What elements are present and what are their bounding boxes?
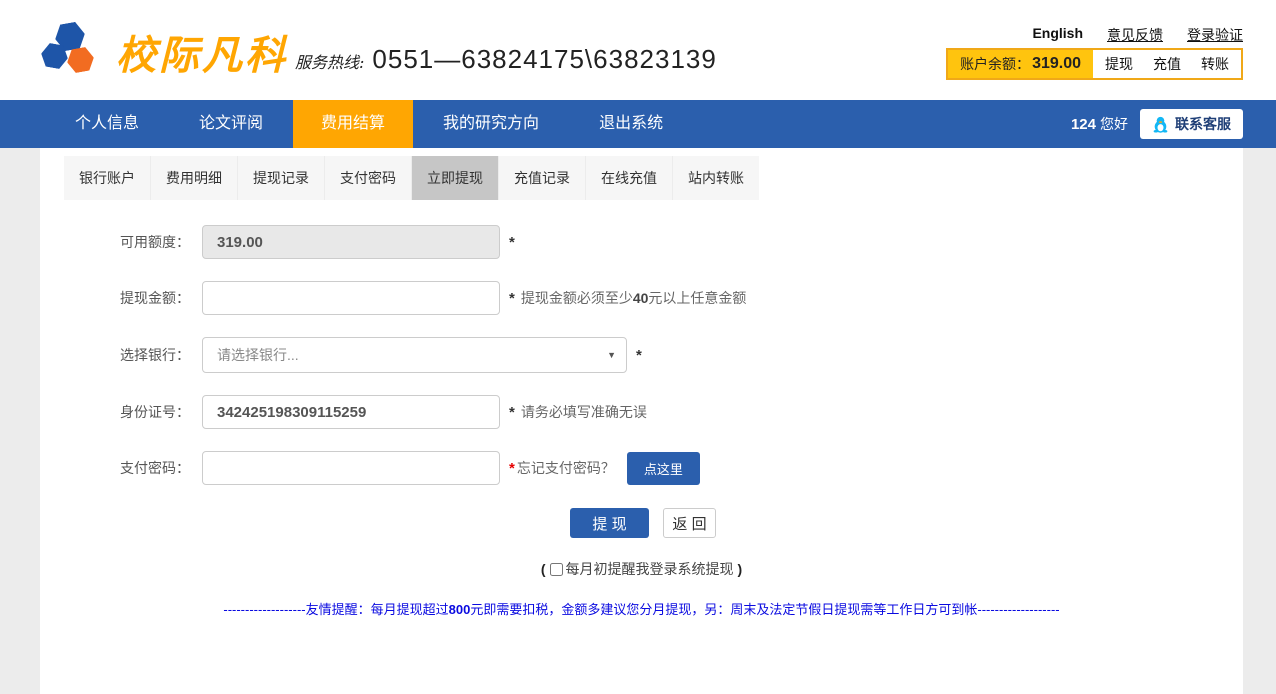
balance-action-recharge[interactable]: 充值	[1153, 54, 1181, 74]
monthly-reminder-row: ( 每月初提醒我登录系统提现 )	[40, 559, 1243, 579]
bank-select-dropdown[interactable]: 请选择银行... ▼	[202, 337, 627, 373]
required-mark: *	[509, 234, 515, 251]
reminder-open-paren: (	[541, 561, 546, 577]
reminder-close-paren: )	[737, 561, 742, 577]
withdraw-amount-label: 提现金额：	[40, 288, 202, 308]
withdraw-form: 可用额度： * 提现金额： * 提现金额必须至少40元以上任意金额 选择银行： …	[40, 225, 1243, 618]
account-balance: 账户余额： 319.00	[948, 50, 1093, 78]
tab-pay-password[interactable]: 支付密码	[325, 156, 412, 200]
forgot-password-hint: 忘记支付密码？	[517, 458, 615, 478]
nav-right: 124您好 联系客服	[1071, 100, 1243, 148]
required-mark: *	[636, 347, 642, 364]
tab-withdraw-now[interactable]: 立即提现	[412, 156, 499, 200]
hotline-label: 服务热线:	[295, 49, 364, 73]
id-number-label: 身份证号：	[40, 402, 202, 422]
nav-item-personal-info[interactable]: 个人信息	[45, 100, 169, 148]
id-number-hint: 请务必填写准确无误	[521, 402, 647, 422]
page-header: 校际凡科 服务热线: 0551—63824175\63823139 Englis…	[0, 0, 1276, 100]
pay-password-label: 支付密码：	[40, 458, 202, 478]
link-english[interactable]: English	[1032, 25, 1083, 45]
required-mark: *	[509, 290, 515, 307]
required-mark: *	[509, 404, 515, 421]
row-bank-select: 选择银行： 请选择银行... ▼ *	[40, 337, 1243, 373]
balance-action-withdraw[interactable]: 提现	[1105, 54, 1133, 74]
logo-text: 校际凡科	[116, 23, 288, 81]
main-navbar: 个人信息 论文评阅 费用结算 我的研究方向 退出系统 124您好 联系客服	[0, 100, 1276, 148]
reminder-label: 每月初提醒我登录系统提现	[566, 561, 734, 577]
available-credit-field	[202, 225, 500, 259]
tab-withdraw-records[interactable]: 提现记录	[238, 156, 325, 200]
row-id-number: 身份证号： * 请务必填写准确无误	[40, 395, 1243, 429]
contact-service-label: 联系客服	[1175, 114, 1231, 134]
row-pay-password: 支付密码： * 忘记支付密码？ 点这里	[40, 451, 1243, 485]
qq-penguin-icon	[1152, 116, 1169, 133]
user-id: 124	[1071, 116, 1096, 133]
nav-item-fee-settlement[interactable]: 费用结算	[293, 100, 413, 148]
form-actions: 提 现 返 回	[570, 508, 1243, 538]
tab-fee-detail[interactable]: 费用明细	[151, 156, 238, 200]
forgot-password-button[interactable]: 点这里	[627, 452, 700, 485]
nav-item-research-direction[interactable]: 我的研究方向	[413, 100, 569, 148]
row-available-credit: 可用额度： *	[40, 225, 1243, 259]
balance-value: 319.00	[1032, 55, 1081, 73]
link-feedback[interactable]: 意见反馈	[1107, 25, 1163, 45]
monthly-reminder-checkbox[interactable]	[550, 563, 563, 576]
logo-hexagons-icon	[40, 23, 98, 81]
tab-online-recharge[interactable]: 在线充值	[586, 156, 673, 200]
balance-label: 账户余额：	[960, 54, 1030, 74]
account-balance-box: 账户余额： 319.00 提现 充值 转账	[946, 48, 1243, 80]
nav-menu: 个人信息 论文评阅 费用结算 我的研究方向 退出系统	[45, 100, 693, 148]
contact-service-button[interactable]: 联系客服	[1140, 109, 1243, 139]
required-mark-red: *	[509, 460, 515, 477]
logo[interactable]: 校际凡科	[40, 23, 288, 81]
chevron-down-icon: ▼	[607, 350, 616, 360]
back-button[interactable]: 返 回	[663, 508, 716, 538]
tab-internal-transfer[interactable]: 站内转账	[673, 156, 759, 200]
bank-select-label: 选择银行：	[40, 345, 202, 365]
settlement-tabs: 银行账户 费用明细 提现记录 支付密码 立即提现 充值记录 在线充值 站内转账	[64, 156, 759, 200]
user-greeting: 124您好	[1071, 114, 1128, 134]
service-hotline: 服务热线: 0551—63824175\63823139	[295, 44, 717, 75]
withdraw-amount-field[interactable]	[202, 281, 500, 315]
top-links: English 意见反馈 登录验证	[1032, 25, 1243, 45]
id-number-field[interactable]	[202, 395, 500, 429]
row-withdraw-amount: 提现金额： * 提现金额必须至少40元以上任意金额	[40, 281, 1243, 315]
tab-recharge-records[interactable]: 充值记录	[499, 156, 586, 200]
friendly-notice: -------------------友情提醒：每月提现超过800元即需要扣税，…	[40, 599, 1243, 618]
nav-item-logout[interactable]: 退出系统	[569, 100, 693, 148]
available-credit-label: 可用额度：	[40, 232, 202, 252]
nav-item-paper-review[interactable]: 论文评阅	[169, 100, 293, 148]
balance-actions: 提现 充值 转账	[1093, 50, 1241, 78]
greeting-text: 您好	[1100, 116, 1128, 132]
withdraw-submit-button[interactable]: 提 现	[570, 508, 649, 538]
main-content: 银行账户 费用明细 提现记录 支付密码 立即提现 充值记录 在线充值 站内转账 …	[40, 148, 1243, 694]
hotline-number: 0551—63824175\63823139	[372, 44, 716, 75]
balance-action-transfer[interactable]: 转账	[1201, 54, 1229, 74]
link-login-verify[interactable]: 登录验证	[1187, 25, 1243, 45]
tab-bank-account[interactable]: 银行账户	[64, 156, 151, 200]
pay-password-field[interactable]	[202, 451, 500, 485]
bank-select-value: 请选择银行...	[217, 345, 299, 365]
withdraw-amount-hint: 提现金额必须至少40元以上任意金额	[521, 288, 747, 308]
